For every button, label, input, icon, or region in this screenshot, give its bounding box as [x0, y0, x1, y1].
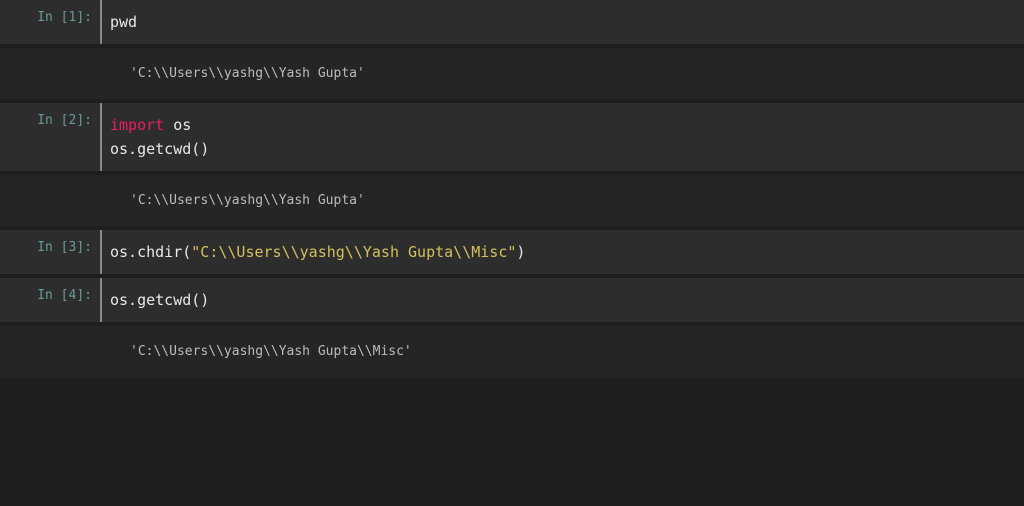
output-cell-1: 'C:\\Users\\yashg\\Yash Gupta' — [0, 48, 1024, 99]
output-cell-3: 'C:\\Users\\yashg\\Yash Gupta\\Misc' — [0, 326, 1024, 377]
output-text: 'C:\\Users\\yashg\\Yash Gupta' — [100, 48, 1024, 99]
input-cell-2[interactable]: In [2]: import os os.getcwd() — [0, 103, 1024, 171]
notebook-container: In [1]: pwd 'C:\\Users\\yashg\\Yash Gupt… — [0, 0, 1024, 377]
code-line-2: os.getcwd() — [110, 137, 1016, 161]
module-os: os — [164, 116, 191, 134]
output-prompt-spacer — [0, 175, 100, 226]
string-literal: "C:\\Users\\yashg\\Yash Gupta\\Misc" — [191, 243, 516, 261]
output-text: 'C:\\Users\\yashg\\Yash Gupta\\Misc' — [100, 326, 1024, 377]
keyword-import: import — [110, 116, 164, 134]
code-area[interactable]: pwd — [100, 0, 1024, 44]
output-prompt-spacer — [0, 326, 100, 377]
input-cell-3[interactable]: In [3]: os.chdir("C:\\Users\\yashg\\Yash… — [0, 230, 1024, 274]
input-prompt: In [1]: — [0, 0, 100, 44]
output-prompt-spacer — [0, 48, 100, 99]
input-prompt: In [2]: — [0, 103, 100, 171]
code-area[interactable]: os.chdir("C:\\Users\\yashg\\Yash Gupta\\… — [100, 230, 1024, 274]
close-paren: ) — [516, 243, 525, 261]
input-prompt: In [4]: — [0, 278, 100, 322]
input-prompt: In [3]: — [0, 230, 100, 274]
code-line-1: import os — [110, 113, 1016, 137]
code-area[interactable]: os.getcwd() — [100, 278, 1024, 322]
output-text: 'C:\\Users\\yashg\\Yash Gupta' — [100, 175, 1024, 226]
output-cell-2: 'C:\\Users\\yashg\\Yash Gupta' — [0, 175, 1024, 226]
input-cell-1[interactable]: In [1]: pwd — [0, 0, 1024, 44]
code-line: os.chdir("C:\\Users\\yashg\\Yash Gupta\\… — [110, 240, 1016, 264]
method-call: os.chdir( — [110, 243, 191, 261]
code-line: pwd — [110, 10, 1016, 34]
input-cell-4[interactable]: In [4]: os.getcwd() — [0, 278, 1024, 322]
code-line: os.getcwd() — [110, 288, 1016, 312]
code-area[interactable]: import os os.getcwd() — [100, 103, 1024, 171]
